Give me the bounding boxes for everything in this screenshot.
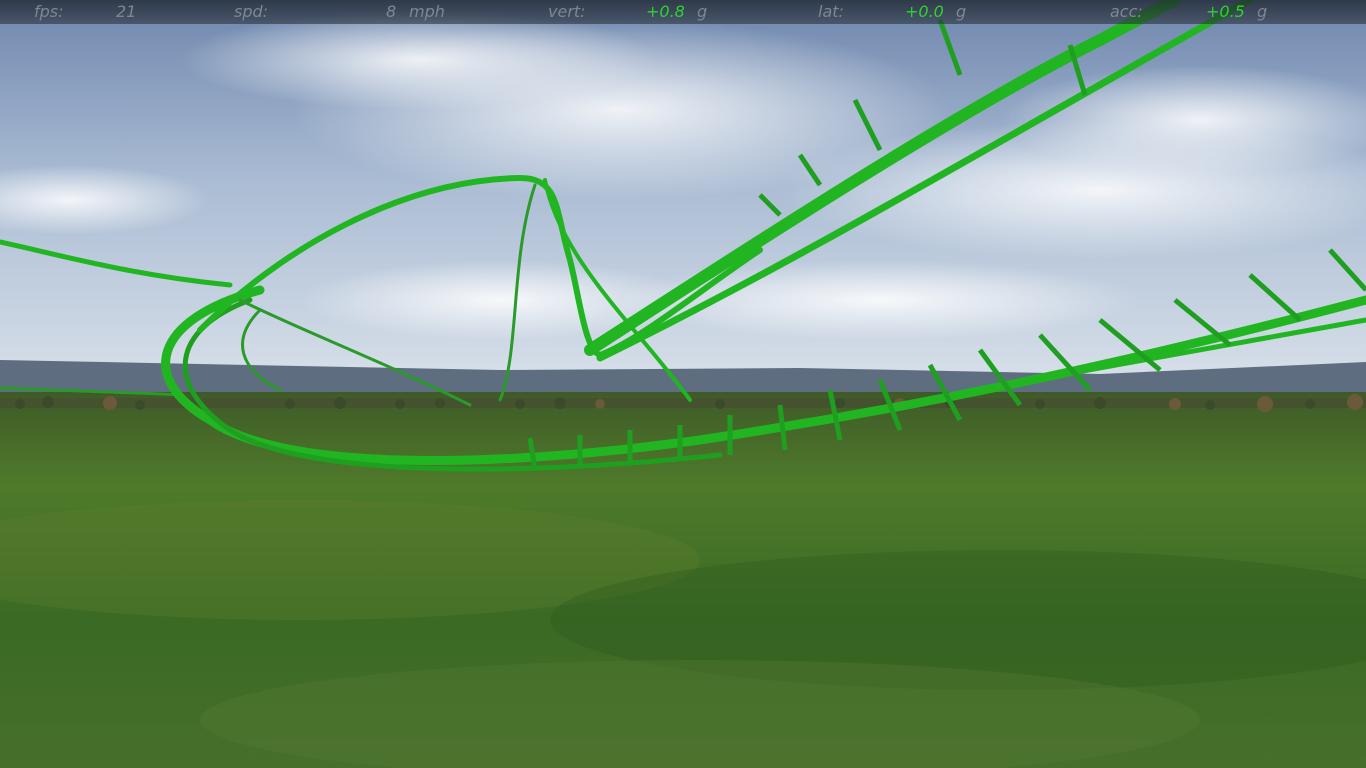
vertical-g-unit: g <box>697 2 708 21</box>
scene-3d <box>0 0 1366 768</box>
telemetry-hud: fps: 21 spd: 8 mph vert: +0.8 g lat: +0.… <box>0 0 1366 24</box>
acceleration-unit: g <box>1257 2 1268 21</box>
fps-value: 21 <box>116 2 137 21</box>
acceleration-value: +0.5 <box>1206 2 1245 21</box>
speed-unit: mph <box>409 2 445 21</box>
speed-label: spd: <box>234 2 269 21</box>
game-viewport[interactable]: fps: 21 spd: 8 mph vert: +0.8 g lat: +0.… <box>0 0 1366 768</box>
lateral-g-unit: g <box>956 2 967 21</box>
vertical-g-label: vert: <box>548 2 586 21</box>
speed-value: 8 <box>386 2 397 21</box>
vertical-g-value: +0.8 <box>646 2 685 21</box>
lateral-g-label: lat: <box>818 2 844 21</box>
fps-label: fps: <box>34 2 64 21</box>
acceleration-label: acc: <box>1110 2 1143 21</box>
lateral-g-value: +0.0 <box>905 2 944 21</box>
